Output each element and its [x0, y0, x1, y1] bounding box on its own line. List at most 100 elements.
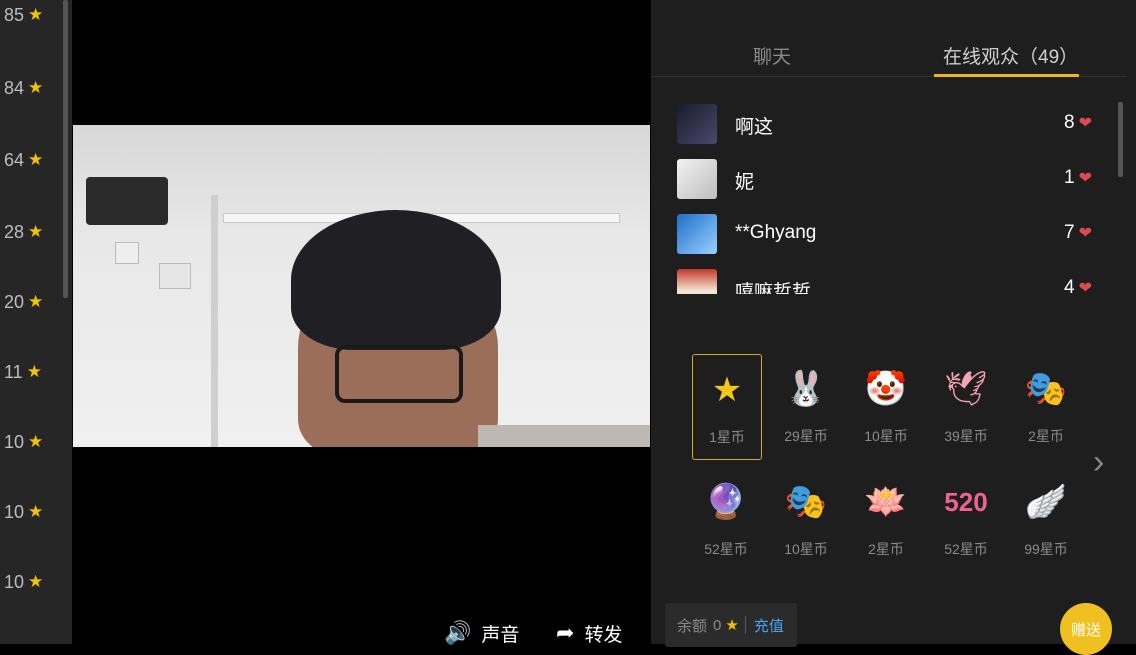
- next-page-arrow-icon[interactable]: ›: [1093, 443, 1104, 482]
- wall-pillar: [211, 195, 218, 447]
- audience-count: 8 ❤: [1064, 112, 1092, 134]
- rank-item: 10 ★: [4, 570, 43, 594]
- rank-value: 20: [4, 291, 25, 312]
- gift-item[interactable]: 🕊 39星币: [932, 354, 1000, 446]
- rank-item: 85 ★: [4, 3, 43, 27]
- rank-value: 85: [4, 4, 25, 25]
- gift-price: 2星币: [1028, 428, 1064, 444]
- gift-price: 99星币: [1024, 541, 1068, 557]
- share-button[interactable]: ➦ 转发: [556, 620, 622, 646]
- balance-bar: 余额 0 ★ 充值: [665, 603, 797, 647]
- jester-gift-icon: 🎭: [1024, 370, 1068, 408]
- send-gift-button[interactable]: 赠送: [1060, 603, 1112, 655]
- count-value: 4: [1064, 277, 1075, 294]
- audience-count: 4 ❤: [1064, 277, 1092, 294]
- audience-name: 妮: [735, 172, 755, 193]
- gift-item[interactable]: 🐰 29星币: [772, 354, 840, 446]
- rank-value: 10: [4, 501, 25, 522]
- audience-name: **Ghyang: [735, 222, 817, 243]
- star-icon: ★: [28, 572, 44, 591]
- gift-item[interactable]: 520 52星币: [932, 467, 1000, 559]
- audience-list[interactable]: 啊这 8 ❤ 妮 1 ❤ **Ghyang 7 ❤ 嘻嘛哲哲 4 ❤: [651, 100, 1127, 294]
- balance-value: 0: [713, 616, 722, 634]
- audience-row[interactable]: 嘻嘛哲哲 4 ❤: [677, 269, 1092, 294]
- audience-name: 嘻嘛哲哲: [735, 282, 812, 294]
- heart-icon: ❤: [1078, 225, 1092, 242]
- audience-count: 1 ❤: [1064, 167, 1092, 189]
- audience-scrollbar[interactable]: [1118, 102, 1123, 177]
- audience-row[interactable]: 啊这 8 ❤: [677, 104, 1092, 144]
- gift-item[interactable]: 🪽 99星币: [1012, 467, 1080, 559]
- rank-value: 28: [4, 221, 25, 242]
- wall-box: [159, 263, 191, 289]
- paper-crane-gift-icon: 🕊: [944, 370, 988, 408]
- gift-price: 29星币: [784, 428, 828, 444]
- divider: [744, 616, 746, 634]
- rank-value: 64: [4, 149, 25, 170]
- lotus-gift-icon: 🪷: [864, 483, 908, 521]
- rank-value: 11: [4, 361, 23, 382]
- side-panel: 聊天 在线观众（49） 啊这 8 ❤ 妮 1 ❤ **Ghyang 7 ❤ 嘻嘛哲哲 …: [651, 0, 1136, 655]
- sound-label: 声音: [481, 624, 520, 646]
- rank-value: 10: [4, 571, 25, 592]
- gift-price: 10星币: [784, 541, 828, 557]
- tab-chat[interactable]: 聊天: [753, 42, 791, 69]
- audience-count: 7 ❤: [1064, 222, 1092, 244]
- panel-tabs: 聊天 在线观众（49）: [651, 0, 1127, 77]
- audience-name: 啊这: [735, 117, 774, 138]
- gift-item[interactable]: 🔮 52星币: [692, 467, 760, 559]
- audience-row[interactable]: **Ghyang 7 ❤: [677, 214, 1092, 254]
- gift-item[interactable]: 🪷 2星币: [852, 467, 920, 559]
- person-glasses: [335, 345, 463, 403]
- active-tab-indicator: [934, 74, 1079, 77]
- gift-item[interactable]: 🎭 10星币: [772, 467, 840, 559]
- sound-button[interactable]: 🔊 声音: [444, 620, 519, 646]
- gift-price: 10星币: [864, 428, 908, 444]
- count-value: 1: [1064, 167, 1075, 188]
- tab-audience[interactable]: 在线观众（49）: [943, 42, 1078, 69]
- rank-value: 10: [4, 431, 25, 452]
- rank-item: 64 ★: [4, 148, 43, 172]
- share-arrow-icon: ➦: [556, 620, 575, 645]
- mask-gift-icon: 🎭: [784, 483, 828, 521]
- star-icon: ★: [28, 150, 44, 169]
- recharge-link[interactable]: 充值: [754, 615, 784, 636]
- rank-rail-scrollbar[interactable]: [63, 0, 68, 298]
- heart-icon: ❤: [1078, 115, 1092, 132]
- star-icon: ★: [28, 222, 44, 241]
- 520-gift-icon: 520: [944, 486, 988, 517]
- bunny-gift-icon: 🐰: [784, 370, 828, 408]
- avatar: [677, 269, 717, 294]
- avatar: [677, 104, 717, 144]
- rank-item: 10 ★: [4, 430, 43, 454]
- share-label: 转发: [584, 624, 623, 646]
- rank-item: 84 ★: [4, 76, 43, 100]
- count-value: 8: [1064, 112, 1075, 133]
- webcam-frame: [73, 125, 650, 447]
- gift-price: 52星币: [944, 541, 988, 557]
- rank-rail: 85 ★ 84 ★ 64 ★ 28 ★ 20 ★ 11 ★ 10 ★ 10 ★ 10 ★: [0, 0, 72, 644]
- avatar: [677, 214, 717, 254]
- star-gift-icon: ★: [711, 371, 743, 409]
- star-icon: ★: [28, 502, 44, 521]
- gift-item[interactable]: 🎭 2星币: [1012, 354, 1080, 446]
- balance-label: 余额: [677, 617, 708, 635]
- rank-item: 28 ★: [4, 220, 43, 244]
- star-icon: ★: [28, 5, 44, 24]
- person-hair: [291, 210, 501, 350]
- video-player[interactable]: 🔊 声音 ➦ 转发: [72, 0, 651, 646]
- gift-price: 52星币: [704, 541, 748, 557]
- wings-gift-icon: 🪽: [1024, 483, 1068, 521]
- avatar: [677, 159, 717, 199]
- clown-gift-icon: 🤡: [864, 370, 908, 408]
- gift-price: 39星币: [944, 428, 988, 444]
- wall-speaker: [86, 177, 168, 225]
- heart-icon: ❤: [1078, 170, 1092, 187]
- wall-outlet: [115, 242, 139, 264]
- gift-item[interactable]: 🤡 10星币: [852, 354, 920, 446]
- star-icon: ★: [28, 432, 44, 451]
- audience-row[interactable]: 妮 1 ❤: [677, 159, 1092, 199]
- star-icon: ★: [725, 617, 739, 634]
- gift-item[interactable]: ★ 1星币: [692, 354, 762, 460]
- rank-item: 11 ★: [4, 360, 42, 384]
